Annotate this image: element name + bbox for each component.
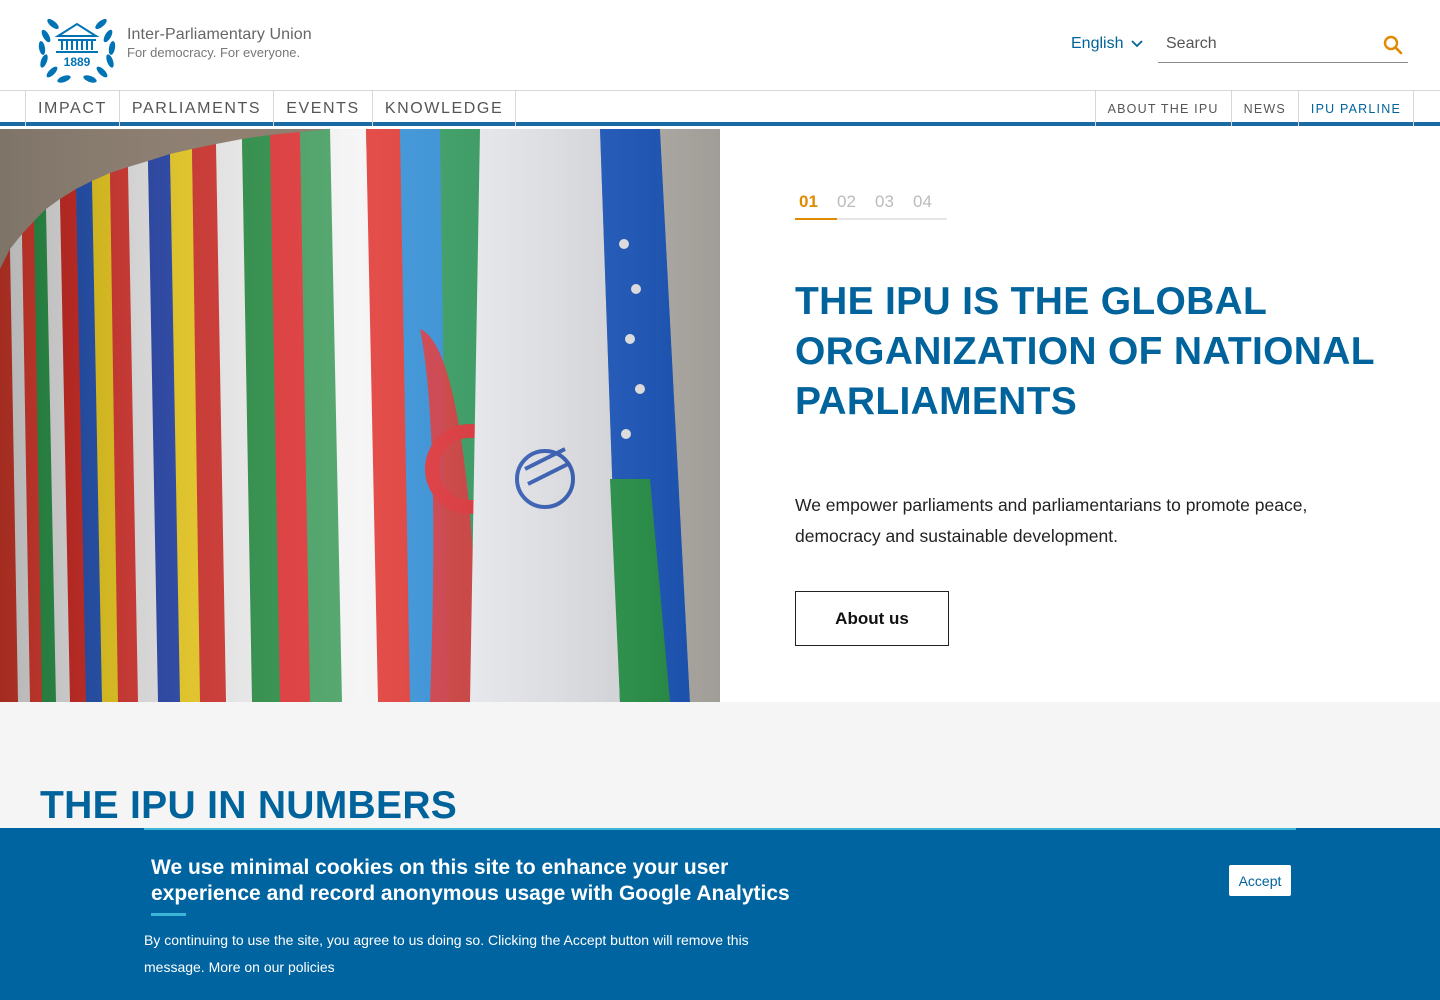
secondary-nav: ABOUT THE IPU NEWS IPU PARLINE [1094,91,1414,126]
hero-description: We empower parliaments and parliamentari… [795,495,1308,546]
brand-tagline: For democracy. For everyone. [127,45,301,60]
chevron-down-icon [1131,40,1144,48]
flags-illustration [0,129,720,702]
nav-item-news[interactable]: NEWS [1232,91,1299,126]
brand-name: Inter-Parliamentary Union [127,26,312,43]
ipu-logo-icon[interactable]: 1889 [36,6,118,84]
slide-tab-03[interactable]: 03 [871,192,909,218]
search-box [1158,27,1408,63]
nav-item-impact[interactable]: IMPACT [26,91,120,126]
svg-text:1889: 1889 [64,55,91,69]
language-label: English [1071,35,1124,52]
slide-tab-04[interactable]: 04 [909,192,947,218]
cookie-message[interactable]: By continuing to use the site, you agree… [144,927,784,981]
nav-item-knowledge[interactable]: KNOWLEDGE [373,91,517,126]
nav-item-about-the-ipu[interactable]: ABOUT THE IPU [1096,91,1232,126]
primary-nav: IMPACT PARLIAMENTS EVENTS KNOWLEDGE [25,91,517,126]
site-header: 1889 Inter-Parliamentary Union For democ… [0,0,1440,90]
search-input[interactable] [1158,27,1378,61]
numbers-title: THE IPU IN NUMBERS [40,784,458,827]
nav-item-events[interactable]: EVENTS [274,91,373,126]
hero-title: THE IPU IS THE GLOBAL ORGANIZATION OF NA… [795,280,1375,423]
language-selector[interactable]: English [1071,35,1144,53]
cookie-banner: We use minimal cookies on this site to e… [0,828,1440,1000]
about-us-button[interactable]: About us [795,591,949,646]
slide-tab-01[interactable]: 01 [795,192,837,220]
slide-pagination: 01 02 03 04 [795,192,947,220]
slide-tab-02[interactable]: 02 [833,192,871,218]
search-icon[interactable] [1382,34,1404,56]
cookie-accent-line [151,913,186,916]
brand-block[interactable]: Inter-Parliamentary Union For democracy.… [127,26,312,60]
cookie-title: We use minimal cookies on this site to e… [151,856,790,905]
nav-item-ipu-parline[interactable]: IPU PARLINE [1299,91,1414,126]
hero-content: 01 02 03 04 THE IPU IS THE GLOBAL ORGANI… [720,129,1440,702]
main-navigation: IMPACT PARLIAMENTS EVENTS KNOWLEDGE ABOU… [0,90,1440,126]
hero-image [0,129,720,702]
cookie-top-divider [144,828,1296,830]
nav-item-parliaments[interactable]: PARLIAMENTS [120,91,275,126]
accept-cookies-button[interactable]: Accept [1229,865,1291,896]
